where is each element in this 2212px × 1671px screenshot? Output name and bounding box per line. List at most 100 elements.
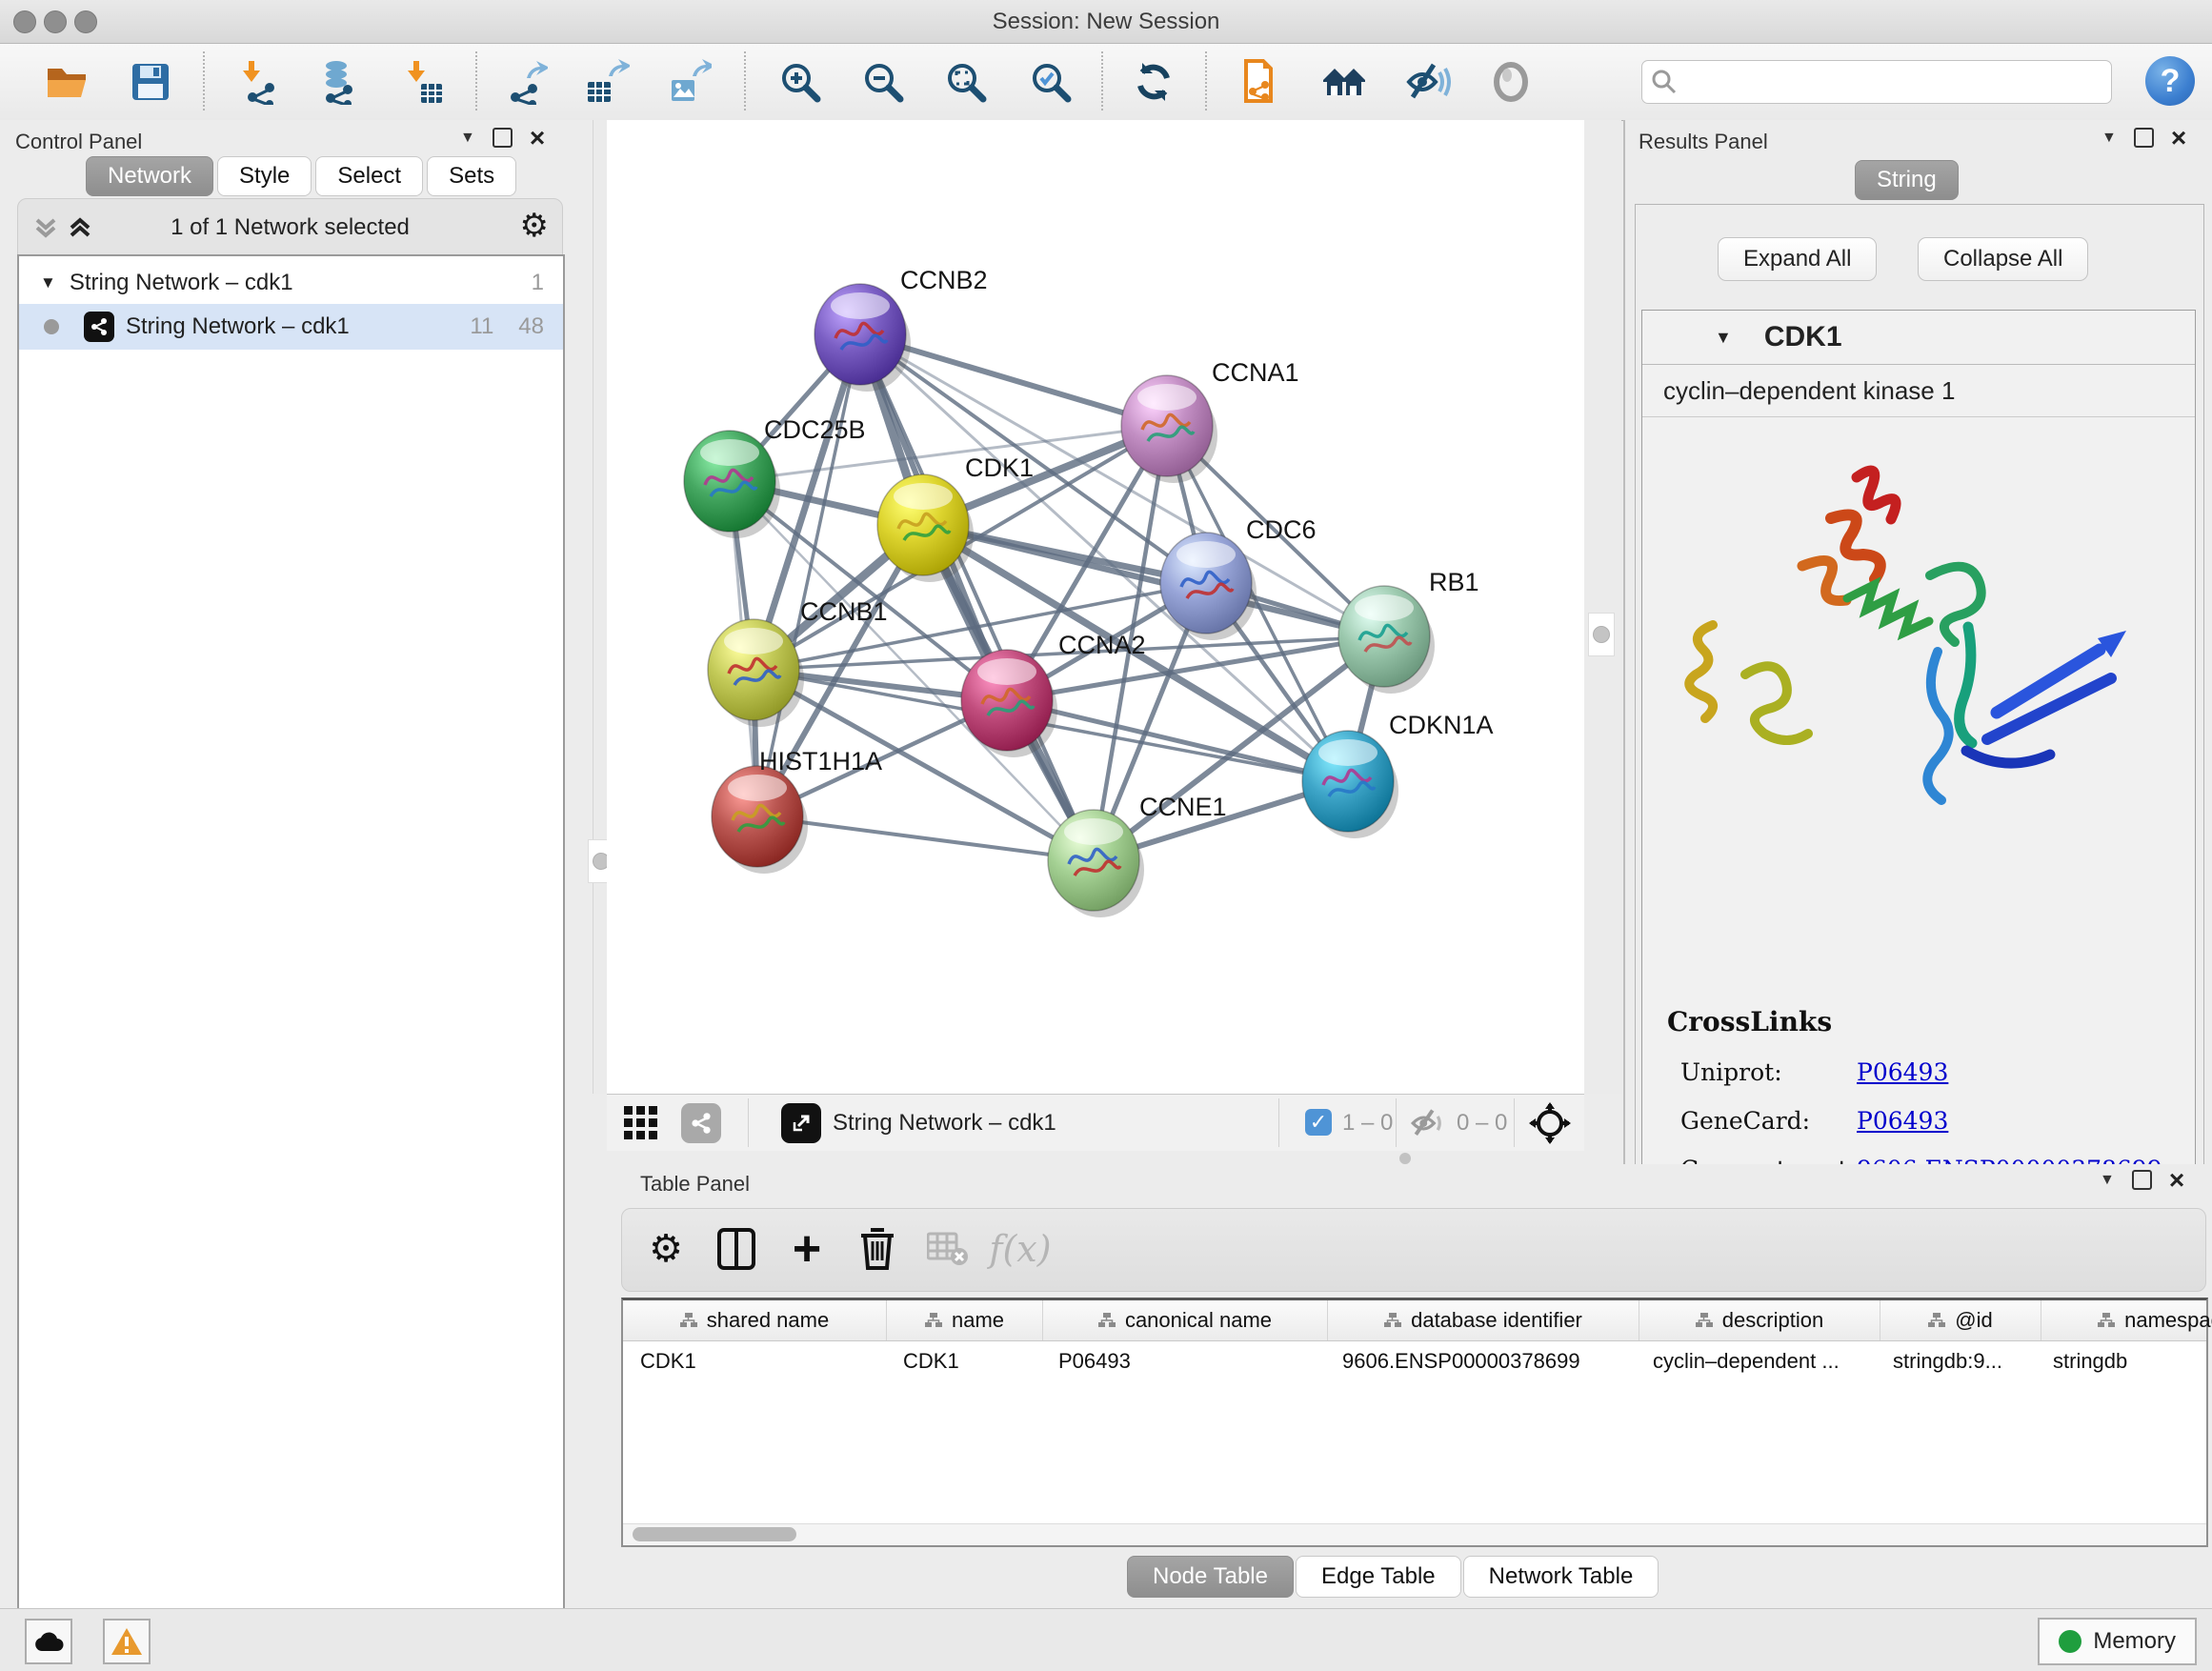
horizontal-splitter-handle[interactable] (1399, 1153, 1411, 1164)
export-network-file-icon[interactable] (500, 57, 550, 107)
table-cell[interactable]: stringdb (2036, 1340, 2212, 1382)
float-panel-icon[interactable]: ▼ (2100, 1172, 2115, 1189)
table-row[interactable]: CDK1CDK1P064939606.ENSP00000378699cyclin… (623, 1340, 2206, 1382)
zoom-in-icon[interactable] (775, 57, 825, 107)
network-node-count: 11 (470, 313, 493, 340)
export-image-icon[interactable] (664, 57, 714, 107)
float-panel-icon[interactable]: ▼ (460, 130, 475, 147)
search-input[interactable] (1686, 64, 2111, 100)
hidden-eye-slash-icon[interactable] (1410, 1107, 1446, 1139)
left-splitter[interactable] (593, 120, 608, 1094)
collapse-all-button[interactable]: Collapse All (1918, 237, 2088, 281)
open-session-icon[interactable] (42, 57, 91, 107)
open-in-window-icon[interactable] (781, 1103, 821, 1143)
save-session-icon[interactable] (126, 57, 175, 107)
show-all-eye-icon[interactable] (1486, 57, 1536, 107)
tab-sets[interactable]: Sets (427, 156, 516, 196)
right-splitter[interactable] (1584, 120, 1621, 1094)
fit-selected-crosshair-icon[interactable] (1529, 1102, 1571, 1144)
collapse-card-arrow-icon[interactable]: ▼ (1715, 328, 1732, 348)
node-CCNB2[interactable]: CCNB2 (814, 266, 988, 392)
table-cell[interactable]: CDK1 (886, 1340, 1041, 1382)
import-network-database-icon[interactable] (313, 57, 363, 107)
tab-network-table[interactable]: Network Table (1463, 1556, 1659, 1598)
column-header-namespace[interactable]: namespace (2041, 1300, 2212, 1340)
expand-all-button[interactable]: Expand All (1718, 237, 1877, 281)
collection-expand-arrow-icon[interactable]: ▼ (40, 273, 56, 292)
node-CCNE1[interactable]: CCNE1 (1048, 793, 1227, 917)
column-header-database-identifier[interactable]: database identifier (1328, 1300, 1639, 1340)
edge-CCNB2-CCNE1[interactable] (860, 334, 1094, 860)
zoom-fit-icon[interactable] (941, 57, 991, 107)
table-cell[interactable]: P06493 (1041, 1340, 1325, 1382)
network-graph[interactable]: CCNB2CCNA1CDC25BCDK1CDC6RB1CCNB1CCNA2CDK… (607, 120, 1584, 1094)
scrollbar-thumb[interactable] (633, 1527, 796, 1541)
table-cell[interactable]: stringdb:9... (1876, 1340, 2036, 1382)
network-row-selected[interactable]: String Network – cdk1 11 48 (19, 304, 563, 350)
zoom-selected-icon[interactable] (1026, 57, 1076, 107)
crosslink-uniprot[interactable]: P06493 (1857, 1058, 1948, 1086)
selected-checkbox-icon[interactable]: ✓ (1305, 1109, 1332, 1136)
column-header-name[interactable]: name (887, 1300, 1043, 1340)
hide-selected-eye-icon[interactable] (1403, 57, 1453, 107)
node-RB1[interactable]: RB1 (1338, 568, 1479, 694)
node-CCNA1[interactable]: CCNA1 (1121, 358, 1299, 483)
table-cell[interactable]: CDK1 (623, 1340, 886, 1382)
birdseye-grid-icon[interactable] (624, 1106, 658, 1140)
memory-button[interactable]: Memory (2038, 1618, 2197, 1665)
help-icon[interactable]: ? (2145, 56, 2195, 106)
delete-table-icon[interactable] (921, 1222, 975, 1276)
column-header-id[interactable]: @id (1880, 1300, 2041, 1340)
tab-network[interactable]: Network (86, 156, 213, 196)
maximize-panel-icon[interactable] (493, 128, 513, 148)
close-panel-icon[interactable]: × (2171, 130, 2186, 146)
close-panel-icon[interactable]: × (530, 130, 545, 146)
tab-node-table[interactable]: Node Table (1127, 1556, 1294, 1598)
table-settings-gear-icon[interactable]: ⚙ (639, 1222, 693, 1276)
right-splitter-handle[interactable] (1588, 613, 1615, 656)
node-CDC6[interactable]: CDC6 (1160, 515, 1317, 640)
table-cell[interactable]: 9606.ENSP00000378699 (1325, 1340, 1636, 1382)
zoom-out-icon[interactable] (858, 57, 908, 107)
edge-HIST1H1A-CCNE1[interactable] (757, 816, 1094, 860)
crosslink-genecard[interactable]: P06493 (1857, 1107, 1948, 1135)
network-overview-share-icon[interactable] (681, 1103, 721, 1143)
warnings-button[interactable] (103, 1619, 151, 1664)
add-column-icon[interactable]: + (780, 1222, 834, 1276)
network-edge-count: 48 (518, 313, 544, 340)
table-horizontal-scrollbar[interactable] (623, 1523, 2206, 1545)
float-panel-icon[interactable]: ▼ (2101, 130, 2117, 147)
tab-select[interactable]: Select (315, 156, 423, 196)
share-document-icon[interactable] (1235, 57, 1284, 107)
cloud-status-button[interactable] (25, 1619, 72, 1664)
edge-CCNB2-HIST1H1A[interactable] (757, 334, 860, 816)
export-table-file-icon[interactable] (582, 57, 632, 107)
network-canvas[interactable]: CCNB2CCNA1CDC25BCDK1CDC6RB1CCNB1CCNA2CDK… (607, 120, 1584, 1094)
tab-style[interactable]: Style (217, 156, 312, 196)
show-columns-icon[interactable] (710, 1222, 763, 1276)
node-CDC25B[interactable]: CDC25B (684, 415, 866, 538)
protein-card: ▼ CDK1 cyclin–dependent kinase 1 (1641, 310, 2196, 1224)
home-icon[interactable] (1319, 57, 1369, 107)
table-cell[interactable]: cyclin–dependent ... (1636, 1340, 1876, 1382)
node-CCNB1[interactable]: CCNB1 (708, 597, 888, 727)
column-header-shared-name[interactable]: shared name (623, 1300, 887, 1340)
column-header-canonical-name[interactable]: canonical name (1043, 1300, 1328, 1340)
network-options-gear-icon[interactable]: ⚙ (520, 207, 549, 245)
function-builder-icon[interactable]: f(x) (994, 1222, 1047, 1276)
delete-column-trash-icon[interactable] (851, 1222, 904, 1276)
close-panel-icon[interactable]: × (2169, 1172, 2184, 1188)
import-network-file-icon[interactable] (233, 57, 283, 107)
tab-edge-table[interactable]: Edge Table (1296, 1556, 1461, 1598)
node-CDKN1A[interactable]: CDKN1A (1302, 711, 1494, 838)
column-header-description[interactable]: description (1639, 1300, 1880, 1340)
protein-card-header[interactable]: ▼ CDK1 (1642, 311, 2195, 365)
import-table-file-icon[interactable] (398, 57, 448, 107)
network-collection-row[interactable]: ▼ String Network – cdk1 1 (19, 262, 563, 304)
maximize-panel-icon[interactable] (2134, 128, 2154, 148)
maximize-panel-icon[interactable] (2132, 1170, 2152, 1190)
toolbar-separator (1101, 51, 1103, 111)
node-HIST1H1A[interactable]: HIST1H1A (712, 747, 882, 874)
refresh-icon[interactable] (1129, 57, 1178, 107)
tab-string[interactable]: String (1855, 160, 1959, 200)
